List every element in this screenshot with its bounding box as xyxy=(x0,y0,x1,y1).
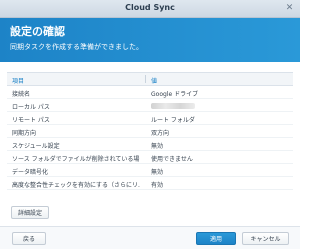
row-value xyxy=(151,102,291,109)
row-label: 高度な整合性チェックを有効にする（さらにリ... xyxy=(12,182,140,189)
row-label: データ暗号化 xyxy=(12,169,49,176)
row-value: 有効 xyxy=(151,182,164,189)
dialog-footer: 戻る 適用 キャンセル xyxy=(0,226,300,249)
page-subtitle: 同期タスクを作成する準備ができました。 xyxy=(10,43,143,51)
row-value: Google ドライブ xyxy=(151,91,199,98)
row-label: ローカル パス xyxy=(12,104,50,111)
table-row: スケジュール設定 無効 xyxy=(7,138,293,151)
row-label: スケジュール設定 xyxy=(12,143,60,150)
table-row: データ暗号化 無効 xyxy=(7,164,293,177)
row-value: 無効 xyxy=(151,143,164,150)
cloud-sync-dialog: Cloud Sync ✕ 設定の確認 同期タスクを作成する準備ができました。 項… xyxy=(0,0,300,249)
redacted-path xyxy=(151,102,195,109)
back-button[interactable]: 戻る xyxy=(12,232,46,245)
column-header-value[interactable]: 値 xyxy=(151,76,157,85)
page-title: 設定の確認 xyxy=(10,25,65,38)
table-row: ソース フォルダでファイルが削除されている場... 使用できません xyxy=(7,151,293,164)
table-row: リモート パス ルート フォルダ xyxy=(7,112,293,125)
apply-button[interactable]: 適用 xyxy=(196,232,236,245)
table-row: 高度な整合性チェックを有効にする（さらにリ... 有効 xyxy=(7,177,293,190)
row-label: ソース フォルダでファイルが削除されている場... xyxy=(12,156,140,163)
row-label: リモート パス xyxy=(12,117,50,124)
table-row: 接続名 Google ドライブ xyxy=(7,86,293,99)
table-header: 項目 値 xyxy=(7,72,293,86)
column-divider xyxy=(145,75,146,83)
close-icon[interactable]: ✕ xyxy=(284,3,295,14)
window-title: Cloud Sync xyxy=(125,3,175,12)
title-bar: Cloud Sync ✕ xyxy=(0,0,300,18)
row-value: 使用できません xyxy=(151,156,193,163)
summary-table: 項目 値 接続名 Google ドライブ ローカル パス リモート パス ルート… xyxy=(7,72,293,190)
table-row: 同期方向 双方向 xyxy=(7,125,293,138)
header-banner: 設定の確認 同期タスクを作成する準備ができました。 xyxy=(0,18,300,62)
row-value: 双方向 xyxy=(151,130,170,137)
row-label: 同期方向 xyxy=(12,130,37,137)
cancel-button[interactable]: キャンセル xyxy=(242,232,289,245)
column-header-item[interactable]: 項目 xyxy=(12,76,24,85)
advanced-settings-button[interactable]: 詳細設定 xyxy=(11,206,49,219)
row-label: 接続名 xyxy=(12,91,31,98)
table-row: ローカル パス xyxy=(7,99,293,112)
row-value: ルート フォルダ xyxy=(151,117,195,124)
row-value: 無効 xyxy=(151,169,164,176)
